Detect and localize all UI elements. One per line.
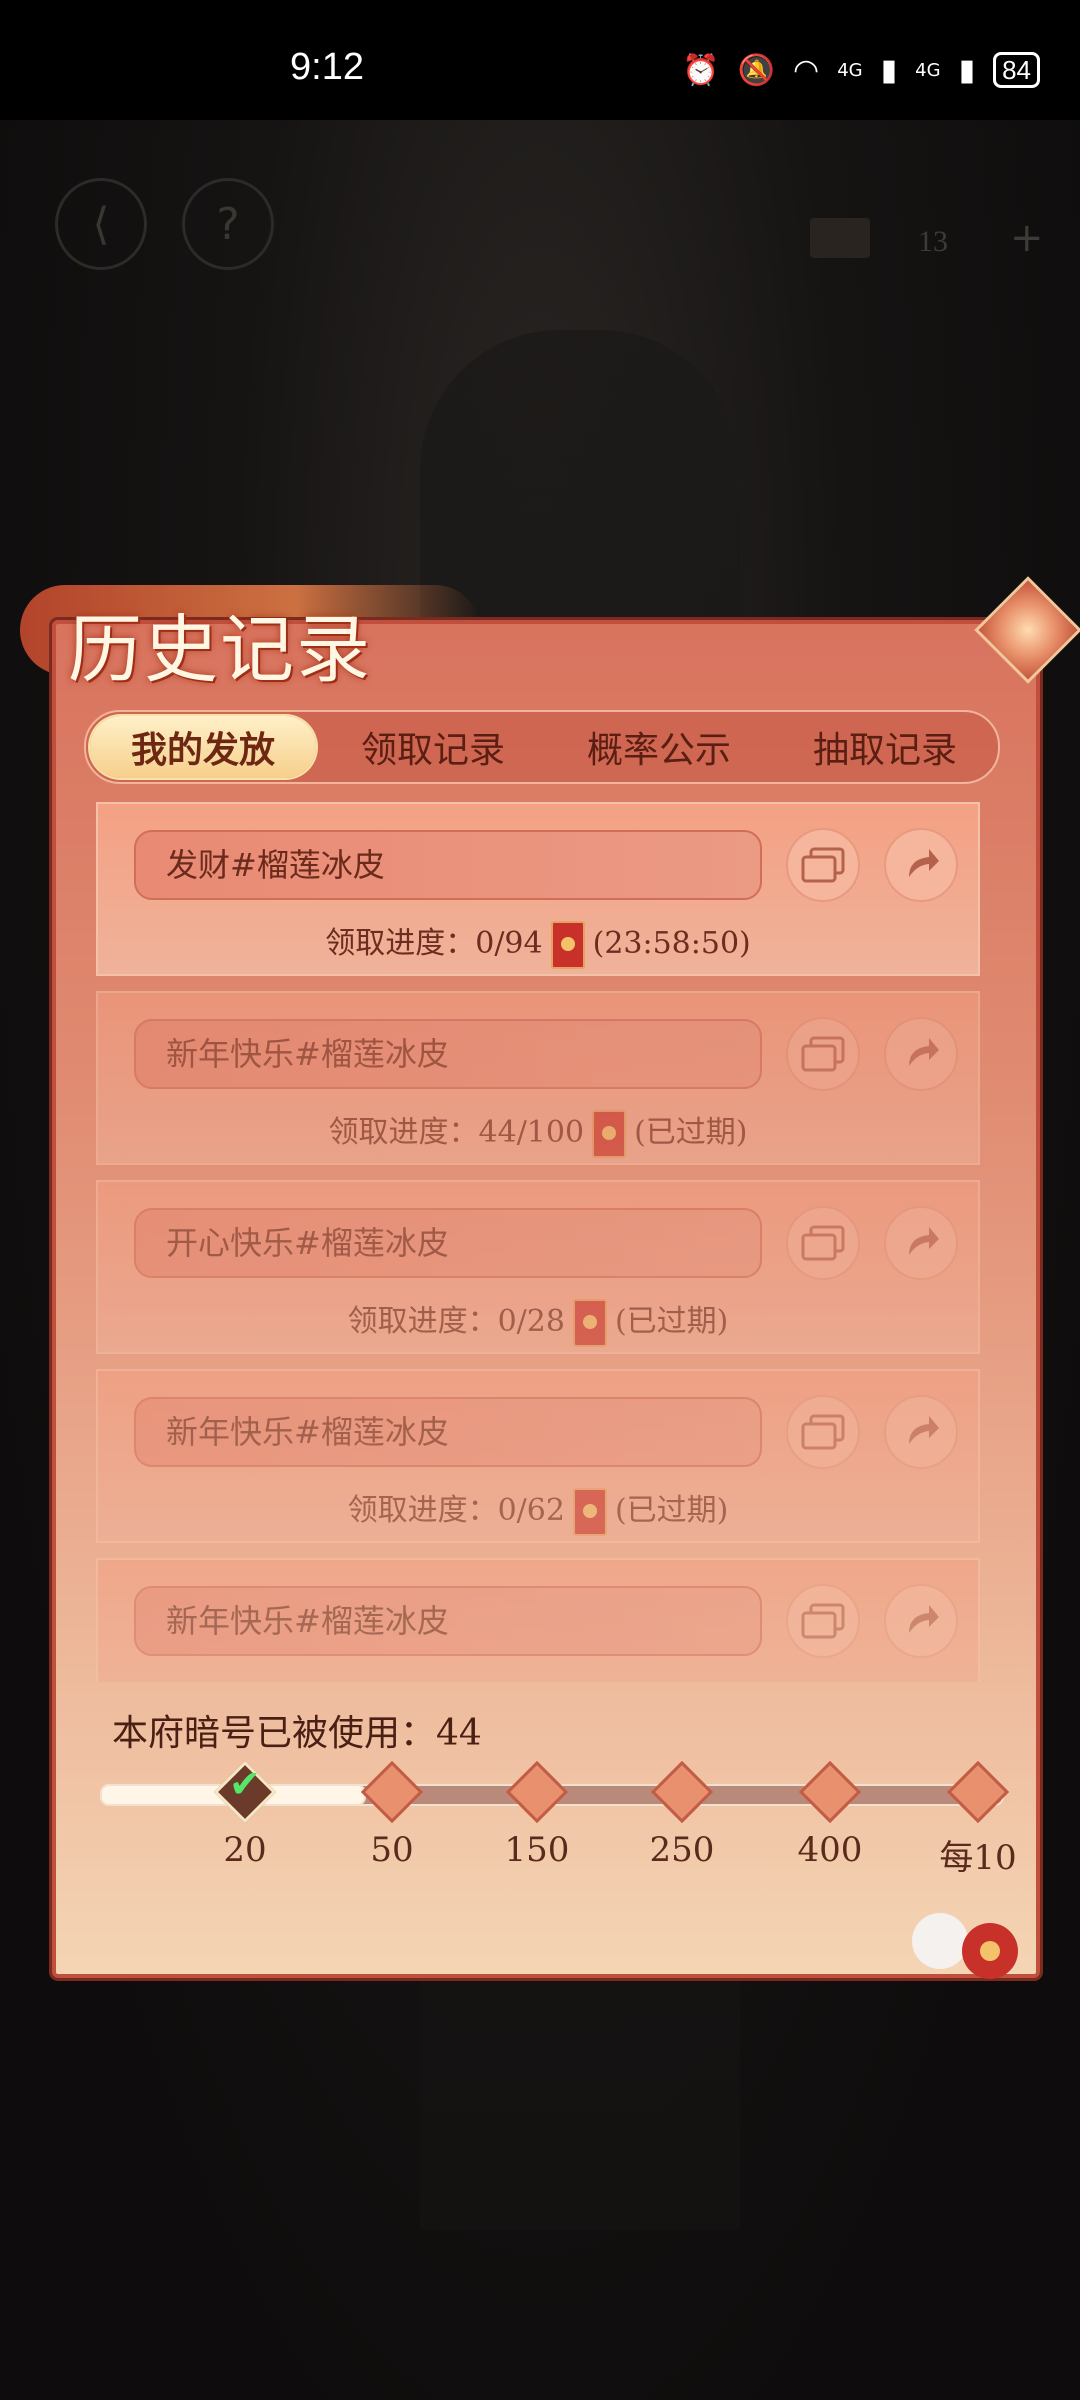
network-label-1: 4G — [837, 59, 863, 81]
record-card: 新年快乐#榴莲冰皮 — [96, 1558, 980, 1682]
record-status: (已过期) — [634, 1115, 748, 1150]
share-button[interactable] — [884, 1206, 958, 1280]
add-currency-button[interactable]: + — [1010, 215, 1044, 261]
milestone-label: 每10 — [939, 1838, 1017, 1878]
record-card: 开心快乐#榴莲冰皮 领取进度：0/28 (已过期) — [96, 1180, 980, 1354]
milestone-label: 20 — [223, 1830, 267, 1870]
record-list[interactable]: 发财#榴莲冰皮 领取进度：0/94 (23:58:50) 新年快乐#榴莲冰皮 领取… — [96, 802, 984, 1682]
share-icon — [909, 1038, 939, 1066]
red-envelope-icon — [572, 1488, 607, 1536]
tab-bar: 我的发放 领取记录 概率公示 抽取记录 — [84, 710, 1000, 784]
record-status: (已过期) — [614, 1304, 729, 1339]
clock: 9:12 — [290, 46, 364, 88]
claim-progress: 领取进度：44/100 (已过期) — [98, 1107, 978, 1158]
code-field: 发财#榴莲冰皮 — [134, 830, 762, 900]
signal-icon-2: ▮ — [958, 52, 976, 88]
copy-button[interactable] — [786, 1584, 860, 1658]
share-button[interactable] — [884, 1584, 958, 1658]
copy-icon — [801, 1225, 845, 1261]
currency-icon — [810, 218, 870, 258]
status-icons: ⏰ 🔕 ◠ 4G ▮ 4G ▮ 84 — [682, 52, 1040, 88]
share-button[interactable] — [884, 1017, 958, 1091]
code-field: 新年快乐#榴莲冰皮 — [134, 1019, 762, 1089]
share-icon — [909, 849, 939, 877]
progress-label: 领取进度：0/94 — [325, 926, 543, 961]
milestone-label: 250 — [649, 1830, 715, 1870]
code-field: 开心快乐#榴莲冰皮 — [134, 1208, 762, 1278]
status-bar: 9:12 ⏰ 🔕 ◠ 4G ▮ 4G ▮ 84 — [0, 0, 1080, 120]
copy-button[interactable] — [786, 1206, 860, 1280]
battery-indicator: 84 — [993, 52, 1040, 88]
code-field: 新年快乐#榴莲冰皮 — [134, 1397, 762, 1467]
claim-progress: 领取进度：0/94 (23:58:50) — [98, 918, 978, 969]
claim-progress: 领取进度：0/28 (已过期) — [98, 1296, 978, 1347]
milestone-label: 150 — [504, 1830, 570, 1870]
tab-probability[interactable]: 概率公示 — [546, 712, 772, 782]
record-card: 发财#榴莲冰皮 领取进度：0/94 (23:58:50) — [96, 802, 980, 976]
mute-icon: 🔕 — [737, 52, 776, 88]
tab-claim-records[interactable]: 领取记录 — [320, 712, 546, 782]
record-card: 新年快乐#榴莲冰皮 领取进度：0/62 (已过期) — [96, 1369, 980, 1543]
alarm-icon: ⏰ — [682, 52, 720, 88]
back-button[interactable]: ⟨ — [55, 178, 147, 270]
code-field: 新年快乐#榴莲冰皮 — [134, 1586, 762, 1656]
share-icon — [909, 1227, 939, 1255]
record-card: 新年快乐#榴莲冰皮 领取进度：44/100 (已过期) — [96, 991, 980, 1165]
red-envelope-icon — [550, 921, 585, 969]
share-button[interactable] — [884, 1395, 958, 1469]
share-icon — [909, 1416, 939, 1444]
red-envelope-icon — [592, 1110, 627, 1158]
copy-icon — [801, 1414, 845, 1450]
claim-progress: 领取进度：0/62 (已过期) — [98, 1485, 978, 1536]
currency-count: 13 — [918, 225, 948, 258]
check-icon: ✔ — [229, 1762, 261, 1806]
copy-icon — [801, 1036, 845, 1072]
tab-my-distribution[interactable]: 我的发放 — [90, 716, 316, 778]
red-envelope-icon — [572, 1299, 607, 1347]
copy-button[interactable] — [786, 828, 860, 902]
tab-draw-records[interactable]: 抽取记录 — [772, 712, 998, 782]
progress-label: 领取进度：0/62 — [347, 1493, 565, 1528]
milestone-label: 400 — [797, 1830, 863, 1870]
code-usage-label: 本府暗号已被使用：44 — [112, 1713, 482, 1754]
mascot-icon — [912, 1913, 1018, 1979]
share-button[interactable] — [884, 828, 958, 902]
copy-button[interactable] — [786, 1395, 860, 1469]
record-status: (已过期) — [614, 1493, 729, 1528]
copy-button[interactable] — [786, 1017, 860, 1091]
wifi-icon: ◠ — [793, 52, 820, 88]
signal-icon: ▮ — [880, 52, 898, 88]
share-icon — [909, 1605, 939, 1633]
copy-icon — [801, 847, 845, 883]
back-arrow-icon: ⟨ — [92, 198, 110, 250]
record-status: (23:58:50) — [592, 926, 751, 961]
help-button[interactable]: ? — [182, 178, 274, 270]
progress-label: 领取进度：0/28 — [347, 1304, 565, 1339]
help-icon: ? — [216, 198, 240, 250]
milestone-label: 50 — [370, 1830, 414, 1870]
copy-icon — [801, 1603, 845, 1639]
panel-title: 历史记录 — [68, 607, 372, 693]
progress-label: 领取进度：44/100 — [328, 1115, 585, 1150]
network-label-2: 4G — [915, 59, 941, 81]
